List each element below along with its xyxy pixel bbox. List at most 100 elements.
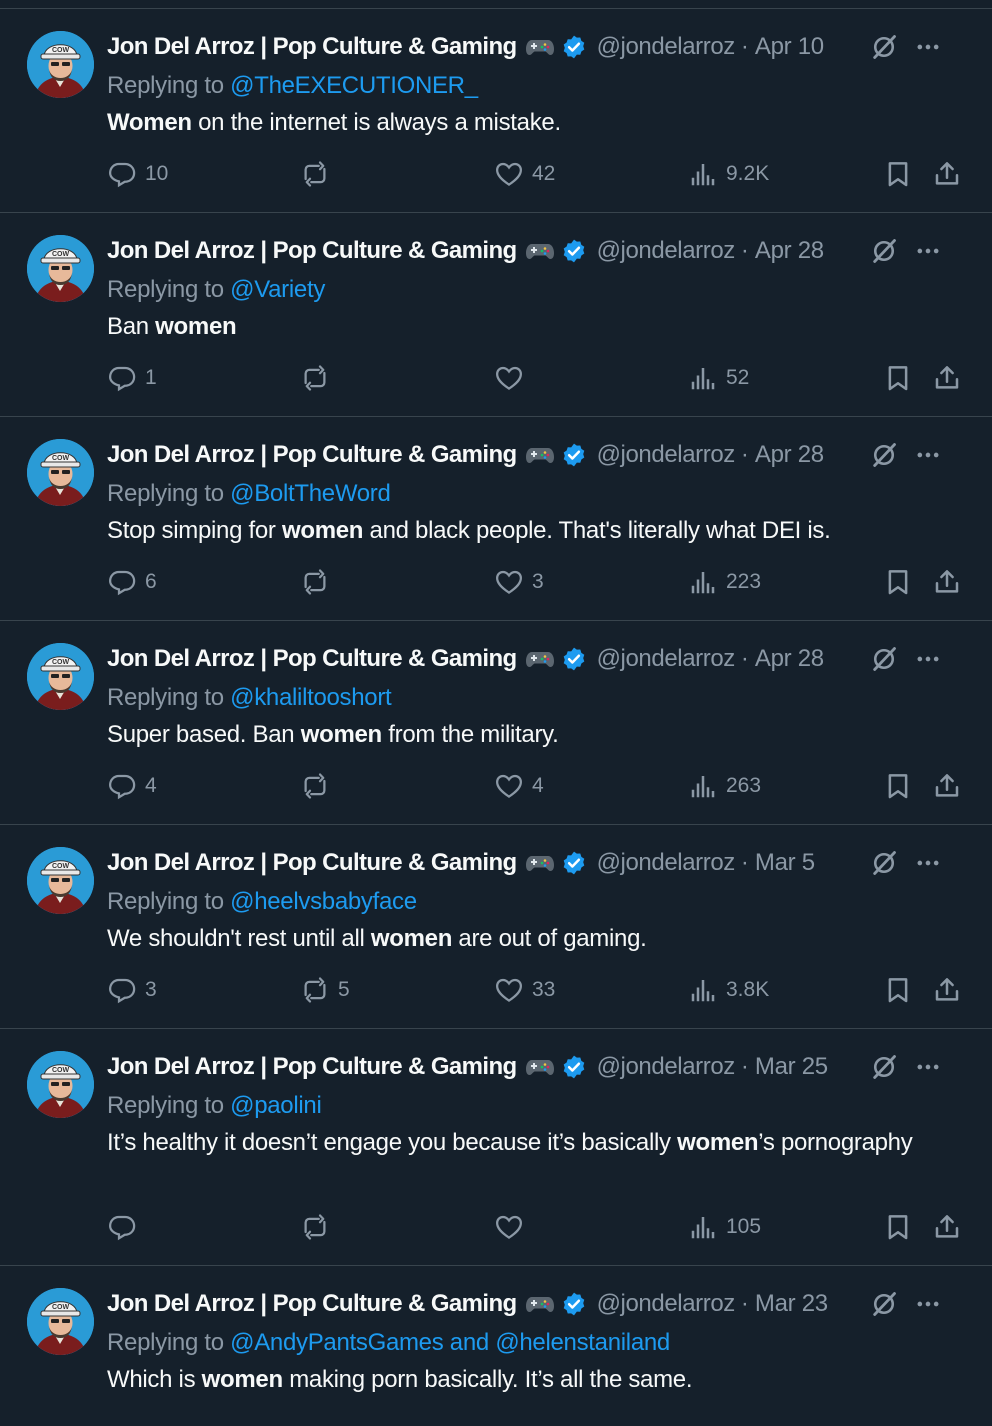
reply-button[interactable]: 6 [107, 566, 157, 598]
reply-button[interactable]: 10 [107, 158, 168, 190]
bookmark-button[interactable] [883, 974, 913, 1006]
verified-badge-icon[interactable] [561, 1291, 587, 1317]
more-icon[interactable] [914, 237, 942, 265]
author-handle[interactable]: @jondelarroz [597, 849, 736, 877]
share-button[interactable] [932, 158, 962, 190]
reply-button[interactable]: 3 [107, 974, 157, 1006]
verified-badge-icon[interactable] [561, 442, 587, 468]
tweet-date[interactable]: Apr 28 [755, 645, 824, 673]
tweet[interactable]: COW Jon Del Arroz | Pop Culture & Gaming… [0, 417, 992, 621]
retweet-button[interactable] [300, 1211, 330, 1243]
more-icon[interactable] [914, 645, 942, 673]
tweet-date[interactable]: Mar 23 [755, 1290, 828, 1318]
reply-mention-link[interactable]: @Variety [230, 276, 325, 303]
bookmark-button[interactable] [883, 770, 913, 802]
grok-icon[interactable] [870, 33, 898, 61]
reply-button[interactable]: 4 [107, 770, 157, 802]
retweet-button[interactable] [300, 158, 330, 190]
retweet-button[interactable] [300, 566, 330, 598]
reply-mention-link[interactable]: @AndyPantsGames and @helenstaniland [230, 1329, 670, 1356]
tweet-date[interactable]: Mar 5 [755, 849, 815, 877]
reply-mention-link[interactable]: @heelvsbabyface [230, 888, 417, 915]
author-name[interactable]: Jon Del Arroz | Pop Culture & Gaming [107, 441, 517, 469]
avatar[interactable]: COW [27, 847, 94, 914]
tweet[interactable]: COW Jon Del Arroz | Pop Culture & Gaming… [0, 1029, 992, 1266]
share-button[interactable] [932, 770, 962, 802]
views-button[interactable]: 263 [688, 770, 761, 802]
like-button[interactable]: 33 [494, 974, 555, 1006]
retweet-button[interactable] [300, 770, 330, 802]
verified-badge-icon[interactable] [561, 1054, 587, 1080]
verified-badge-icon[interactable] [561, 850, 587, 876]
author-handle[interactable]: @jondelarroz [597, 1290, 736, 1318]
reply-mention-link[interactable]: @paolini [230, 1092, 322, 1119]
reply-mention-link[interactable]: @TheEXECUTIONER_ [230, 72, 478, 99]
tweet[interactable]: COW Jon Del Arroz | Pop Culture & Gaming… [0, 9, 992, 213]
tweet-date[interactable]: Apr 28 [755, 441, 824, 469]
grok-icon[interactable] [870, 441, 898, 469]
avatar[interactable]: COW [27, 1051, 94, 1118]
grok-icon[interactable] [870, 1290, 898, 1318]
verified-badge-icon[interactable] [561, 238, 587, 264]
more-icon[interactable] [914, 1290, 942, 1318]
share-button[interactable] [932, 974, 962, 1006]
tweet[interactable]: COW Jon Del Arroz | Pop Culture & Gaming… [0, 825, 992, 1029]
author-name[interactable]: Jon Del Arroz | Pop Culture & Gaming [107, 33, 517, 61]
author-handle[interactable]: @jondelarroz [597, 441, 736, 469]
share-button[interactable] [932, 1211, 962, 1243]
bookmark-button[interactable] [883, 1211, 913, 1243]
author-name[interactable]: Jon Del Arroz | Pop Culture & Gaming [107, 237, 517, 265]
avatar[interactable]: COW [27, 235, 94, 302]
retweet-button[interactable] [300, 362, 330, 394]
like-button[interactable] [494, 362, 524, 394]
author-handle[interactable]: @jondelarroz [597, 1053, 736, 1081]
more-icon[interactable] [914, 441, 942, 469]
author-handle[interactable]: @jondelarroz [597, 33, 736, 61]
author-name[interactable]: Jon Del Arroz | Pop Culture & Gaming [107, 1053, 517, 1081]
tweet-date[interactable]: Apr 28 [755, 237, 824, 265]
avatar[interactable]: COW [27, 31, 94, 98]
tweet[interactable]: COW Jon Del Arroz | Pop Culture & Gaming… [0, 213, 992, 417]
like-button[interactable] [494, 1211, 524, 1243]
tweet[interactable]: COW Jon Del Arroz | Pop Culture & Gaming… [0, 1266, 992, 1426]
more-icon[interactable] [914, 849, 942, 877]
tweet[interactable]: COW Jon Del Arroz | Pop Culture & Gaming… [0, 621, 992, 825]
bookmark-button[interactable] [883, 362, 913, 394]
reply-button[interactable]: 1 [107, 362, 157, 394]
avatar[interactable]: COW [27, 439, 94, 506]
author-handle[interactable]: @jondelarroz [597, 645, 736, 673]
verified-badge-icon[interactable] [561, 646, 587, 672]
grok-icon[interactable] [870, 645, 898, 673]
reply-mention-link[interactable]: @khaliltooshort [230, 684, 392, 711]
reply-button[interactable] [107, 1211, 137, 1243]
tweet-date[interactable]: Mar 25 [755, 1053, 828, 1081]
tweet-header: Jon Del Arroz | Pop Culture & Gaming @jon… [107, 1288, 972, 1320]
more-icon[interactable] [914, 1053, 942, 1081]
verified-badge-icon[interactable] [561, 34, 587, 60]
bookmark-button[interactable] [883, 566, 913, 598]
reply-mention-link[interactable]: @BoltTheWord [230, 480, 391, 507]
views-button[interactable]: 3.8K [688, 974, 769, 1006]
bookmark-button[interactable] [883, 158, 913, 190]
author-name[interactable]: Jon Del Arroz | Pop Culture & Gaming [107, 1290, 517, 1318]
avatar[interactable]: COW [27, 1288, 94, 1355]
grok-icon[interactable] [870, 849, 898, 877]
retweet-button[interactable]: 5 [300, 974, 350, 1006]
author-name[interactable]: Jon Del Arroz | Pop Culture & Gaming [107, 645, 517, 673]
share-button[interactable] [932, 362, 962, 394]
grok-icon[interactable] [870, 237, 898, 265]
like-button[interactable]: 42 [494, 158, 555, 190]
views-button[interactable]: 223 [688, 566, 761, 598]
avatar[interactable]: COW [27, 643, 94, 710]
like-button[interactable]: 3 [494, 566, 544, 598]
more-icon[interactable] [914, 33, 942, 61]
tweet-date[interactable]: Apr 10 [755, 33, 824, 61]
author-handle[interactable]: @jondelarroz [597, 237, 736, 265]
grok-icon[interactable] [870, 1053, 898, 1081]
share-button[interactable] [932, 566, 962, 598]
views-button[interactable]: 105 [688, 1211, 761, 1243]
like-button[interactable]: 4 [494, 770, 544, 802]
views-button[interactable]: 9.2K [688, 158, 769, 190]
views-button[interactable]: 52 [688, 362, 749, 394]
author-name[interactable]: Jon Del Arroz | Pop Culture & Gaming [107, 849, 517, 877]
